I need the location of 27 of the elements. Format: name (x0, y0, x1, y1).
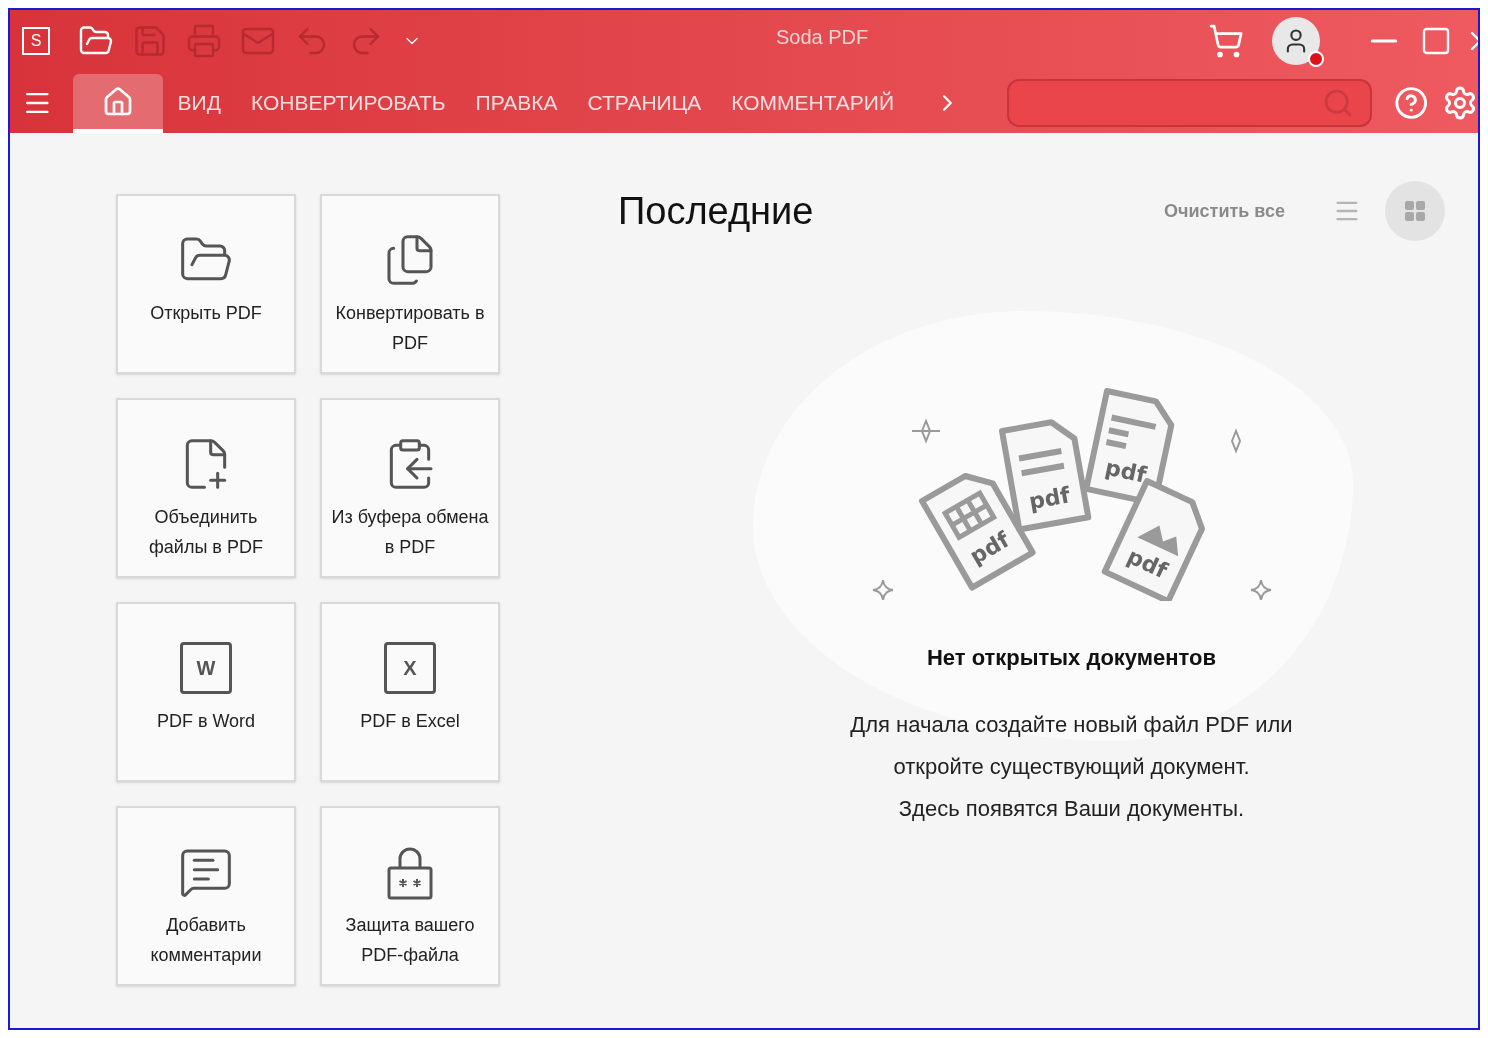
cart-icon[interactable] (1208, 23, 1244, 59)
home-tab[interactable] (72, 74, 163, 133)
maximize-icon[interactable] (1420, 25, 1452, 57)
excel-doc-icon: X (384, 642, 436, 694)
menu-tab[interactable]: ВИД (162, 72, 236, 133)
recent-title: Последние (618, 188, 814, 234)
empty-state-text: Здесь появятся Ваши документы. (898, 795, 1245, 823)
action-tile[interactable]: Добавить комментарии (116, 806, 296, 986)
action-tile[interactable]: W PDF в Word (116, 602, 296, 782)
help-icon[interactable] (1393, 84, 1428, 121)
action-tile[interactable]: Защита вашего PDF-файла (320, 806, 500, 986)
word-doc-icon: W (180, 642, 232, 694)
sparkle-icon (1249, 579, 1272, 601)
sparkle-icon (871, 579, 894, 601)
window-title: Soda PDF (776, 25, 869, 50)
action-tile[interactable]: Открыть PDF (116, 194, 296, 374)
action-tile[interactable]: Объединить файлы в PDF (116, 398, 296, 578)
action-tile[interactable]: Из буфера обмена в PDF (320, 398, 500, 578)
empty-state-text: откройте существующий документ. (893, 753, 1250, 781)
action-tile[interactable]: X PDF в Excel (320, 602, 500, 782)
action-tile[interactable]: Конвертировать в PDF (320, 194, 500, 374)
settings-icon[interactable] (1442, 84, 1478, 121)
app-logo: S (22, 27, 50, 55)
search-field[interactable] (1006, 78, 1372, 127)
grid-icon (1403, 199, 1427, 223)
empty-state-text: Для начала создайте новый файл PDF или (850, 711, 1293, 739)
empty-state-title: Нет открытых документов (926, 644, 1217, 672)
